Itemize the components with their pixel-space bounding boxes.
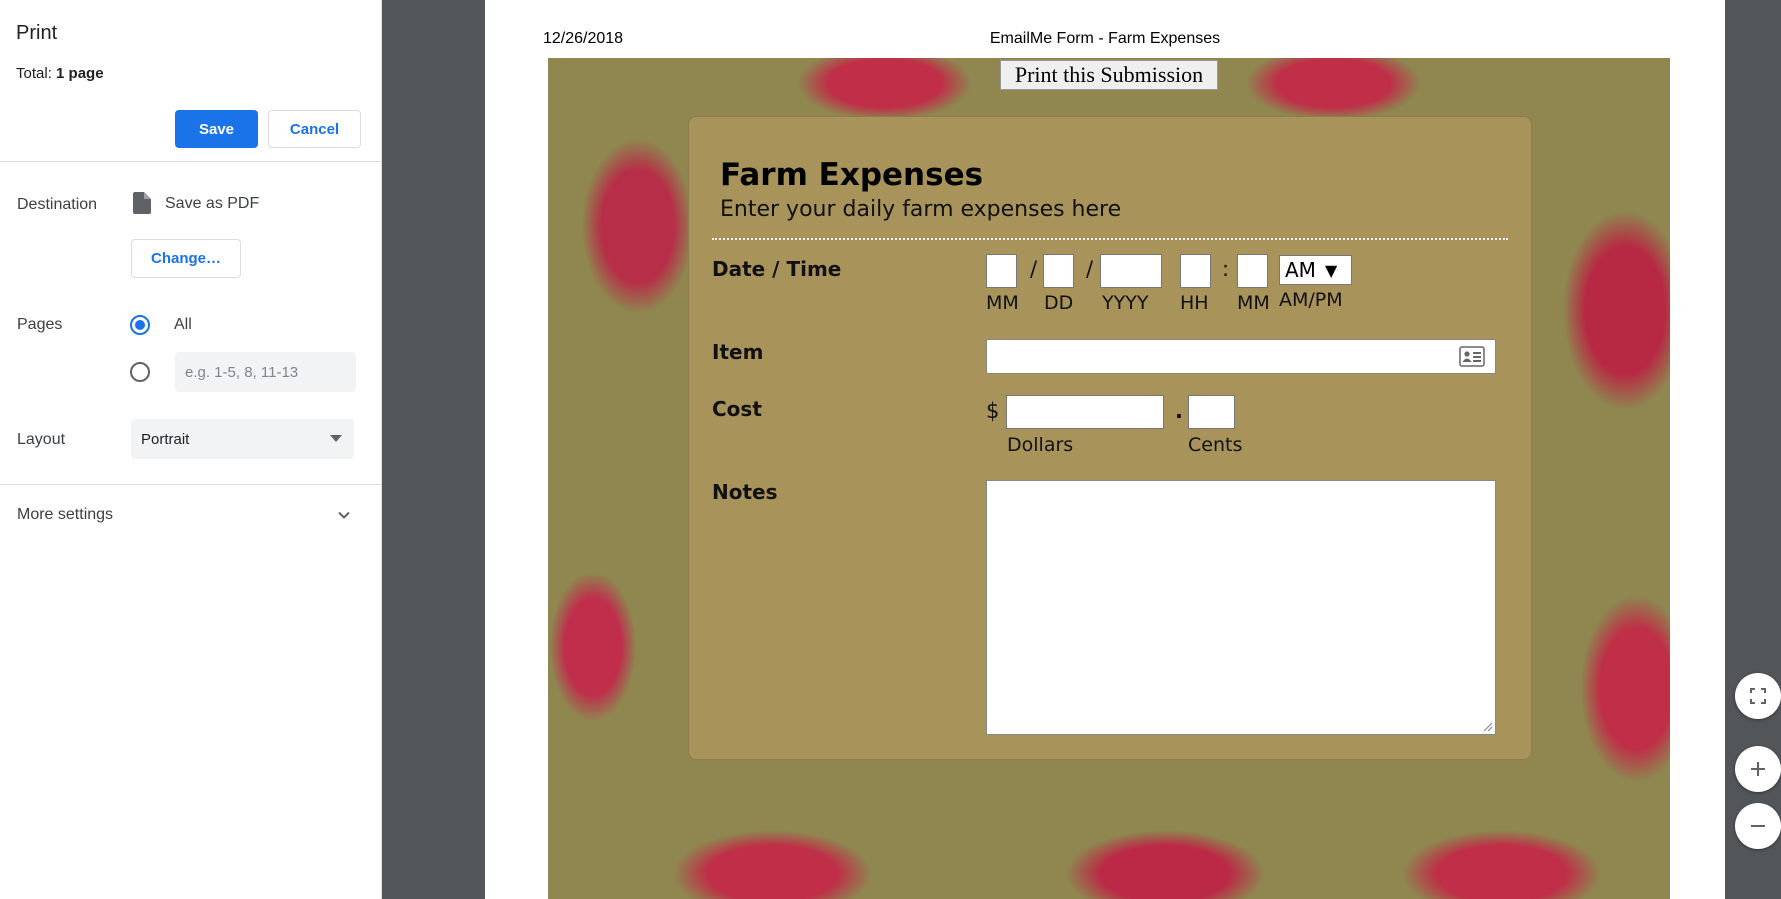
fit-page-icon xyxy=(1750,688,1766,704)
cost-label: Cost xyxy=(712,397,762,421)
hour-sublabel: HH xyxy=(1180,292,1209,314)
pages-label: Pages xyxy=(17,316,63,333)
preview-page: 12/26/2018 EmailMe Form - Farm Expenses … xyxy=(485,0,1725,899)
file-icon xyxy=(133,192,151,214)
day-sublabel: DD xyxy=(1044,292,1074,314)
save-button[interactable]: Save xyxy=(175,110,258,148)
time-separator: : xyxy=(1222,257,1230,281)
page-header-title: EmailMe Form - Farm Expenses xyxy=(989,30,1221,47)
panel-title: Print xyxy=(16,22,58,44)
destination-label: Destination xyxy=(17,196,98,213)
date-separator: / xyxy=(1030,257,1038,281)
cents-input[interactable] xyxy=(1188,395,1235,429)
notes-textarea[interactable] xyxy=(986,480,1496,735)
total-pages: Total: 1 page xyxy=(16,65,104,82)
dollars-sublabel: Dollars xyxy=(1007,434,1074,456)
ampm-sublabel: AM/PM xyxy=(1279,289,1343,311)
print-submission-button[interactable]: Print this Submission xyxy=(1000,60,1218,90)
contact-card-icon[interactable] xyxy=(1459,346,1485,367)
form-subtitle: Enter your daily farm expenses here xyxy=(720,197,1122,222)
total-label: Total: xyxy=(16,65,52,82)
more-settings-toggle[interactable]: More settings xyxy=(17,506,113,524)
layout-select[interactable]: Portrait xyxy=(131,419,354,459)
decimal-point: . xyxy=(1175,399,1183,423)
notes-label: Notes xyxy=(712,480,778,504)
pages-custom-input[interactable] xyxy=(175,352,356,392)
month-sublabel: MM xyxy=(986,292,1019,314)
form-title: Farm Expenses xyxy=(720,157,984,193)
resize-grip-icon[interactable] xyxy=(1481,720,1493,732)
ampm-select[interactable]: AM ▼ xyxy=(1279,255,1352,285)
zoom-out-button[interactable] xyxy=(1735,803,1781,849)
date-separator: / xyxy=(1086,257,1094,281)
change-destination-button[interactable]: Change… xyxy=(131,239,241,278)
layout-label: Layout xyxy=(17,431,66,448)
cents-sublabel: Cents xyxy=(1188,434,1243,456)
chevron-down-icon[interactable] xyxy=(336,507,352,523)
form-card: Farm Expenses Enter your daily farm expe… xyxy=(688,116,1532,760)
print-settings-panel: Print Total: 1 page Save Cancel Destinat… xyxy=(0,0,382,899)
item-label: Item xyxy=(712,340,764,364)
dollars-input[interactable] xyxy=(1006,395,1164,429)
form-background: Print this Submission Farm Expenses Ente… xyxy=(548,58,1670,899)
divider xyxy=(0,484,381,485)
month-input[interactable] xyxy=(986,254,1017,288)
ampm-value: AM xyxy=(1285,258,1316,282)
destination-value: Save as PDF xyxy=(165,195,260,212)
item-input[interactable] xyxy=(986,339,1496,374)
fit-to-page-button[interactable] xyxy=(1735,673,1781,719)
pages-custom-radio[interactable] xyxy=(130,362,150,382)
plus-icon xyxy=(1751,762,1765,776)
year-sublabel: YYYY xyxy=(1102,292,1149,314)
minus-icon xyxy=(1751,825,1765,827)
minute-input[interactable] xyxy=(1237,254,1268,288)
divider xyxy=(712,238,1508,240)
day-input[interactable] xyxy=(1043,254,1074,288)
dropdown-arrow-icon: ▼ xyxy=(1324,260,1338,280)
year-input[interactable] xyxy=(1100,254,1162,288)
caret-down-icon xyxy=(330,435,342,442)
date-time-label: Date / Time xyxy=(712,257,842,281)
hour-input[interactable] xyxy=(1180,254,1211,288)
total-value: 1 page xyxy=(56,65,104,82)
pages-all-label: All xyxy=(174,316,192,333)
divider xyxy=(0,161,381,162)
currency-symbol: $ xyxy=(986,399,1000,423)
pages-all-radio[interactable] xyxy=(130,315,150,335)
print-preview-area: 12/26/2018 EmailMe Form - Farm Expenses … xyxy=(382,0,1781,899)
zoom-in-button[interactable] xyxy=(1735,746,1781,792)
cancel-button[interactable]: Cancel xyxy=(268,110,361,148)
minute-sublabel: MM xyxy=(1237,292,1270,314)
layout-value: Portrait xyxy=(141,430,190,448)
